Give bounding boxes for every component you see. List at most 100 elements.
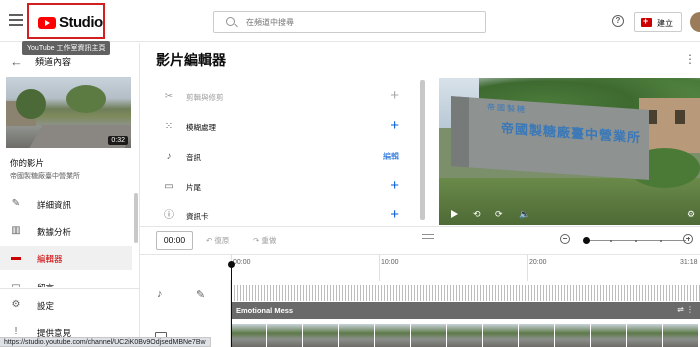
- more-options-icon[interactable]: ⋮: [684, 52, 696, 66]
- hamburger-menu-icon[interactable]: [9, 14, 23, 26]
- film-frame: [555, 324, 591, 347]
- current-time-input[interactable]: 00:00: [156, 231, 193, 250]
- page-title: 影片編輯器: [156, 52, 226, 68]
- undo-button[interactable]: ↶ 復原: [206, 235, 229, 246]
- tool-label: 模糊處理: [186, 123, 216, 132]
- timeline-ruler: 00:00 10:00 20:00 31:18: [140, 254, 700, 347]
- sidebar-item-comments[interactable]: ▭ 留言: [0, 275, 132, 287]
- video-preview[interactable]: 帝國製糖 帝國製糖廠臺中營業所 ⟲ ⟳ 🔈 ⚙: [439, 78, 700, 225]
- channel-content-label[interactable]: 頻道內容: [35, 55, 71, 68]
- sidebar-item-settings[interactable]: ⚙ 設定: [0, 293, 132, 317]
- tool-trim[interactable]: ✂ 剪輯與修剪 +: [156, 82, 406, 112]
- logo-text: Studio: [59, 14, 103, 31]
- thumbnail-tree: [16, 89, 46, 119]
- sidebar: ← 頻道內容 0:32 你的影片 帝國製糖廠臺中營業所 ✎ 詳細資訊 ▥ 數據分…: [0, 43, 140, 347]
- film-frame: [375, 324, 411, 347]
- create-label: 建立: [657, 19, 673, 28]
- comments-icon: ▭: [11, 281, 21, 287]
- create-button[interactable]: 建立: [634, 12, 682, 32]
- zoom-out-icon[interactable]: [560, 234, 570, 244]
- tool-end-screen[interactable]: ▭ 片尾 +: [156, 172, 406, 202]
- tick-label: 20:00: [529, 259, 547, 266]
- music-track[interactable]: Emotional Mess ⇌ ⋮: [231, 302, 700, 319]
- zoom-step-dot: [635, 239, 637, 242]
- volume-icon[interactable]: 🔈: [519, 209, 530, 220]
- end-screen-icon: ▭: [164, 181, 174, 192]
- film-frame: [411, 324, 447, 347]
- ruler-tick: [527, 255, 528, 281]
- sidebar-item-label: 編輯器: [37, 254, 63, 264]
- studio-logo[interactable]: Studio: [27, 3, 105, 39]
- sidebar-item-details[interactable]: ✎ 詳細資訊: [0, 192, 132, 216]
- back-arrow-icon[interactable]: ←: [10, 54, 23, 69]
- top-header: Studio 在頻道中搜尋 ? 建立: [0, 0, 700, 42]
- film-frame: [591, 324, 627, 347]
- blur-icon: ⁙: [164, 121, 174, 132]
- music-note-icon: ♪: [157, 288, 163, 300]
- tool-blur[interactable]: ⁙ 模糊處理 +: [156, 112, 406, 142]
- tool-audio[interactable]: ♪ 音訊 編輯: [156, 142, 406, 172]
- timeline-toolbar: 00:00 ↶ 復原 ↷ 重做: [140, 226, 700, 254]
- add-trim-button[interactable]: +: [390, 88, 399, 103]
- info-icon: ⓘ: [164, 210, 174, 221]
- sidebar-item-label: 留言: [37, 282, 54, 287]
- pencil-icon: ✎: [11, 198, 21, 209]
- video-filmstrip[interactable]: [231, 324, 700, 347]
- wall-shade: [451, 96, 469, 168]
- search-icon: [226, 17, 235, 26]
- avatar[interactable]: [690, 12, 700, 32]
- sidebar-item-label: 數據分析: [37, 227, 72, 237]
- audio-waveform[interactable]: [231, 285, 700, 301]
- logo-tooltip: YouTube 工作室資訊主頁: [22, 41, 111, 55]
- video-sign-wall: 帝國製糖 帝國製糖廠臺中營業所: [451, 96, 649, 180]
- sidebar-item-label: 詳細資訊: [37, 200, 72, 210]
- create-video-icon: [641, 16, 652, 27]
- tools-scrollbar[interactable]: [420, 80, 425, 220]
- zoom-slider-knob[interactable]: [583, 237, 590, 244]
- sidebar-item-editor[interactable]: ▬ 編輯器: [0, 246, 132, 270]
- film-frame: [447, 324, 483, 347]
- film-frame: [303, 324, 339, 347]
- tick-label: 00:00: [233, 259, 251, 266]
- help-icon[interactable]: ?: [612, 15, 624, 27]
- redo-button[interactable]: ↷ 重做: [253, 235, 276, 246]
- add-blur-button[interactable]: +: [390, 118, 399, 133]
- sidebar-item-label: 設定: [37, 301, 55, 311]
- redo-label: 重做: [261, 236, 277, 245]
- editor-icon: ▬: [11, 252, 21, 263]
- tool-label: 剪輯與修剪: [186, 93, 224, 102]
- thumbnail-tree: [66, 85, 106, 113]
- forward-10-icon[interactable]: ⟳: [495, 209, 503, 220]
- sidebar-item-analytics[interactable]: ▥ 數據分析: [0, 219, 132, 243]
- play-icon[interactable]: [451, 210, 458, 218]
- video-thumbnail[interactable]: 0:32: [6, 77, 131, 148]
- pencil-icon[interactable]: ✎: [196, 288, 205, 301]
- resize-handle-icon[interactable]: [422, 234, 434, 239]
- film-frame: [519, 324, 555, 347]
- sign-top-text: 帝國製糖: [487, 102, 527, 115]
- tool-label: 音訊: [186, 153, 201, 162]
- zoom-in-icon[interactable]: [683, 234, 693, 244]
- video-window: [675, 110, 685, 124]
- scissors-icon: ✂: [164, 91, 174, 102]
- ruler-tick: [379, 255, 380, 281]
- add-end-screen-button[interactable]: +: [390, 178, 399, 193]
- youtube-play-icon: [38, 17, 56, 29]
- analytics-icon: ▥: [11, 225, 21, 236]
- edit-audio-link[interactable]: 編輯: [383, 151, 399, 162]
- tick-label: 31:18: [680, 259, 698, 266]
- tool-label: 資訊卡: [186, 212, 209, 221]
- gear-icon: ⚙: [11, 299, 21, 310]
- sidebar-scrollbar[interactable]: [134, 193, 138, 243]
- rewind-10-icon[interactable]: ⟲: [473, 209, 481, 220]
- search-input[interactable]: 在頻道中搜尋: [213, 11, 486, 33]
- status-url-bar: https://studio.youtube.com/channel/UC2iK…: [0, 337, 211, 347]
- add-info-card-button[interactable]: +: [390, 207, 399, 222]
- zoom-step-dot: [660, 239, 662, 242]
- settings-gear-icon[interactable]: ⚙: [687, 209, 695, 220]
- search-placeholder: 在頻道中搜尋: [246, 18, 294, 27]
- film-frame: [483, 324, 519, 347]
- film-frame: [267, 324, 303, 347]
- playhead-line[interactable]: [231, 267, 232, 347]
- music-track-options-icon[interactable]: ⇌ ⋮: [677, 305, 694, 314]
